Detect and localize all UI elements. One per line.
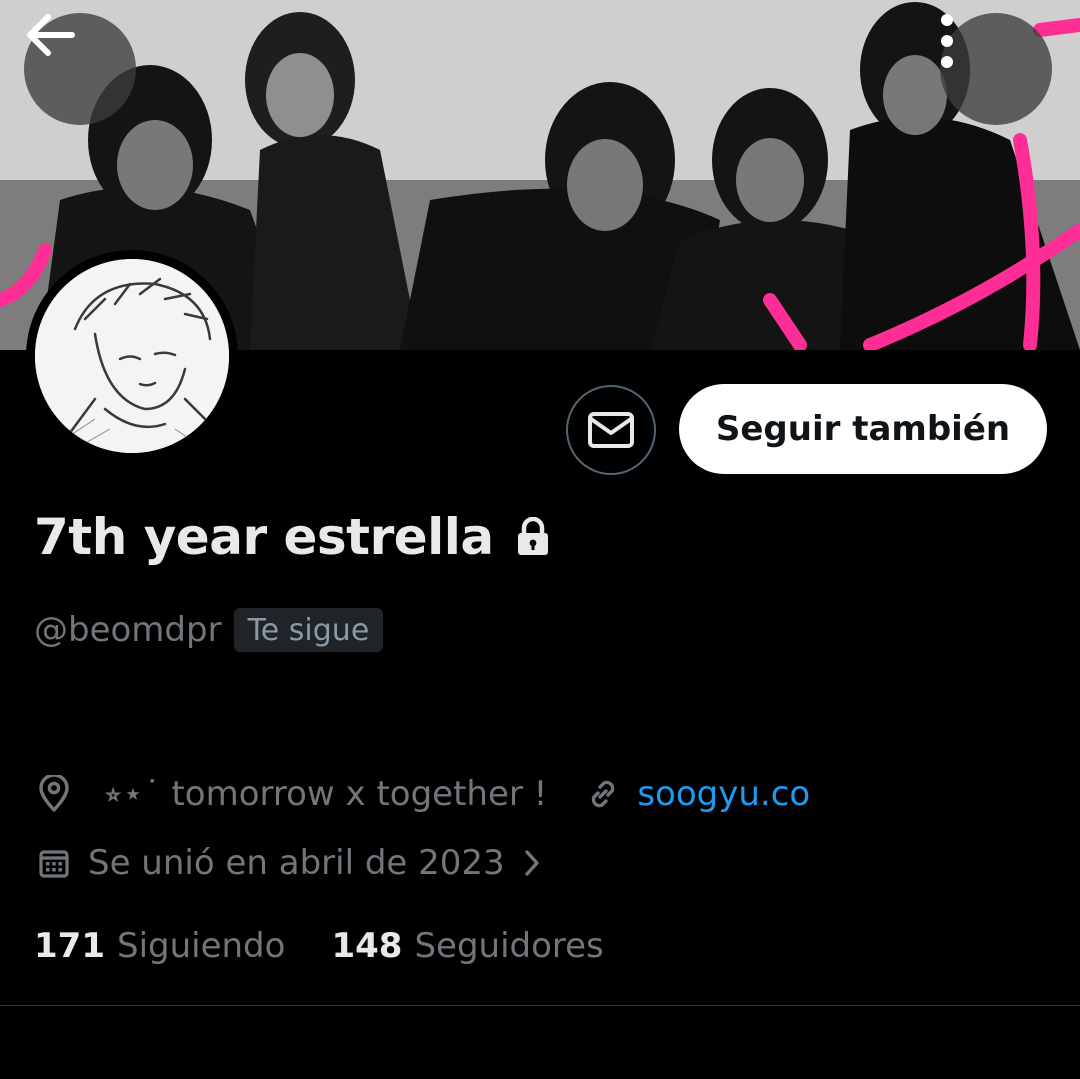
following-label: Siguiendo	[116, 926, 286, 966]
avatar[interactable]	[26, 250, 238, 462]
location-text: ⭒⋆˙ tomorrow x together !	[104, 774, 548, 814]
chevron-right-icon	[523, 848, 541, 878]
arrow-left-icon	[27, 14, 75, 56]
location-pin-icon	[34, 774, 74, 814]
more-vertical-icon	[941, 14, 953, 68]
followers-label: Seguidores	[414, 926, 604, 966]
profile-meta-location-link: ⭒⋆˙ tomorrow x together ! soogyu.co	[34, 774, 810, 814]
username-handle: @beomdpr	[34, 610, 222, 650]
lock-icon	[516, 517, 550, 557]
message-button[interactable]	[566, 385, 656, 475]
envelope-icon	[588, 412, 634, 448]
profile-meta-joined[interactable]: Se unió en abril de 2023	[34, 843, 541, 883]
avatar-illustration	[35, 259, 229, 453]
follow-stats: 171 Siguiendo 148 Seguidores	[34, 926, 604, 966]
back-button[interactable]	[24, 13, 136, 125]
follow-back-button[interactable]: Seguir también	[679, 384, 1047, 474]
handle-row: @beomdpr Te sigue	[34, 608, 384, 652]
followers-stat[interactable]: 148 Seguidores	[331, 926, 603, 966]
website-link[interactable]: soogyu.co	[637, 774, 810, 814]
divider	[0, 1005, 1080, 1006]
following-stat[interactable]: 171 Siguiendo	[34, 926, 285, 966]
joined-date: Se unió en abril de 2023	[88, 843, 505, 883]
display-name: 7th year estrella	[34, 508, 494, 566]
profile-page: Seguir también 7th year estrella @beomdp…	[0, 0, 1080, 1079]
followers-count: 148	[331, 926, 403, 966]
following-count: 171	[34, 926, 105, 966]
avatar-image	[35, 259, 229, 453]
name-row: 7th year estrella	[34, 508, 550, 566]
link-icon	[583, 774, 623, 814]
follows-you-badge: Te sigue	[233, 608, 384, 652]
more-options-button[interactable]	[940, 13, 1052, 125]
calendar-icon	[34, 843, 74, 883]
